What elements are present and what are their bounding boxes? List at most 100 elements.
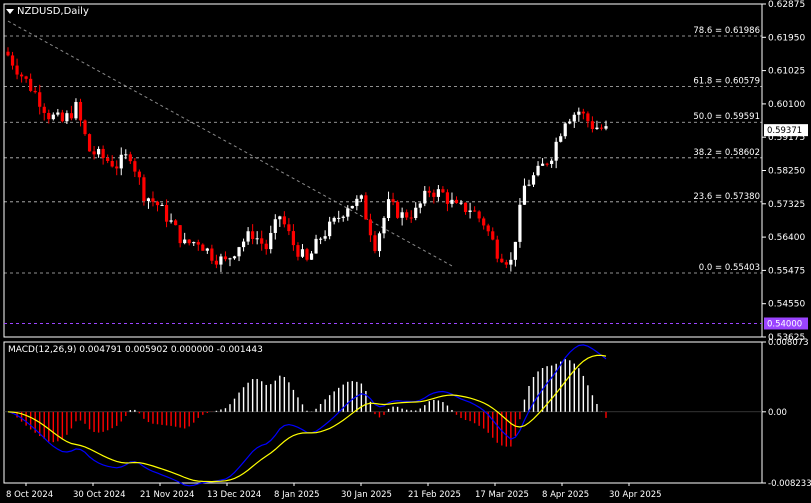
- bull-candle: [536, 165, 540, 176]
- bull-candle: [531, 175, 536, 185]
- bull-candle: [97, 148, 101, 155]
- bull-candle: [314, 238, 318, 254]
- bull-candle: [513, 241, 517, 260]
- bull-candle: [328, 221, 332, 237]
- bull-candle: [382, 218, 386, 234]
- bear-candle: [495, 239, 499, 259]
- current-price-label: 0.59371: [767, 126, 802, 136]
- macd-axis-label: 0.008073: [768, 338, 809, 348]
- bull-candle: [318, 238, 323, 240]
- bear-candle: [19, 74, 24, 77]
- price-pane-frame: [3, 3, 763, 338]
- bull-candle: [269, 232, 273, 250]
- bull-candle: [577, 111, 581, 115]
- bear-candle: [441, 189, 445, 193]
- bull-candle: [169, 220, 173, 222]
- bear-candle: [260, 238, 264, 244]
- price-axis-label: 0.61025: [768, 67, 805, 77]
- fib-level-label: 78.6 = 0.61986: [693, 26, 760, 36]
- bear-candle: [364, 195, 368, 220]
- bull-candle: [386, 199, 391, 219]
- bull-candle: [604, 126, 608, 129]
- bear-candle: [87, 134, 92, 152]
- bull-candle: [74, 101, 78, 119]
- bear-candle: [137, 171, 141, 178]
- bull-candle: [278, 216, 282, 220]
- bull-candle: [241, 241, 246, 248]
- bull-candle: [518, 204, 522, 242]
- bull-candle: [309, 253, 314, 260]
- fib-level-label: 61.8 = 0.60579: [693, 77, 760, 87]
- bull-candle: [183, 239, 187, 244]
- bear-candle: [296, 245, 300, 257]
- bear-candle: [83, 120, 87, 135]
- bear-candle: [599, 127, 604, 129]
- bull-candle: [300, 249, 305, 257]
- bear-candle: [473, 210, 477, 212]
- bear-candle: [196, 242, 200, 245]
- bull-candle: [423, 190, 427, 204]
- price-axis-label: 0.55475: [768, 266, 805, 276]
- bear-candle: [142, 177, 146, 201]
- time-axis-label: 30 Apr 2025: [609, 490, 662, 500]
- bear-candle: [581, 111, 585, 114]
- bull-candle: [350, 205, 354, 209]
- bear-candle: [445, 192, 450, 204]
- fib-level-label: 50.0 = 0.59591: [693, 112, 760, 122]
- bear-candle: [409, 217, 413, 219]
- bull-candle: [418, 203, 422, 208]
- bull-candle: [450, 199, 454, 204]
- bull-candle: [51, 114, 55, 120]
- dropdown-triangle-icon[interactable]: [6, 8, 14, 14]
- bull-candle: [246, 231, 250, 242]
- bull-candle: [228, 258, 232, 260]
- bear-candle: [223, 256, 228, 260]
- bear-candle: [33, 90, 37, 93]
- bear-candle: [78, 101, 83, 121]
- bear-candle: [201, 244, 205, 251]
- bear-candle: [305, 249, 309, 260]
- bear-candle: [373, 235, 377, 252]
- price-axis-label: 0.58250: [768, 167, 805, 177]
- bull-candle: [160, 204, 164, 206]
- nzdusd-daily-chart: 0.628750.619500.610250.601000.591750.582…: [3, 0, 811, 500]
- fib-level-label: 0.0 = 0.55403: [699, 263, 760, 273]
- bear-candle: [174, 220, 178, 226]
- bear-candle: [133, 161, 137, 172]
- bull-candle: [468, 210, 472, 212]
- bear-candle: [47, 112, 51, 120]
- bear-candle: [432, 192, 436, 197]
- bull-candle: [436, 189, 440, 197]
- time-axis-label: 8 Apr 2025: [542, 490, 589, 500]
- bull-candle: [232, 256, 237, 259]
- bull-candle: [400, 212, 404, 218]
- bear-candle: [214, 260, 218, 265]
- bear-candle: [60, 112, 64, 122]
- price-axis-label: 0.54550: [768, 300, 805, 310]
- bear-candle: [463, 202, 468, 212]
- macd-axis-label: 0.00: [768, 408, 787, 418]
- bull-candle: [568, 121, 572, 124]
- time-axis-label: 30 Oct 2024: [73, 490, 126, 500]
- bear-candle: [391, 199, 395, 202]
- support-level-label: 0.54000: [767, 320, 802, 330]
- bear-candle: [264, 243, 268, 250]
- bull-candle: [527, 184, 531, 186]
- bear-candle: [500, 258, 504, 263]
- bear-candle: [454, 199, 459, 204]
- bear-candle: [187, 239, 191, 244]
- bear-candle: [504, 262, 508, 265]
- price-axis-label: 0.56400: [768, 233, 805, 243]
- bull-candle: [323, 236, 327, 239]
- bear-candle: [164, 204, 169, 222]
- bull-candle: [355, 198, 359, 206]
- bear-candle: [15, 65, 19, 75]
- time-axis-label: 8 Jan 2025: [274, 490, 320, 500]
- bull-candle: [563, 123, 567, 137]
- time-axis-label: 17 Mar 2025: [475, 490, 529, 500]
- bull-candle: [219, 256, 223, 265]
- bull-candle: [341, 216, 345, 218]
- bull-candle: [522, 185, 527, 205]
- bull-candle: [337, 217, 341, 219]
- bear-candle: [155, 201, 160, 206]
